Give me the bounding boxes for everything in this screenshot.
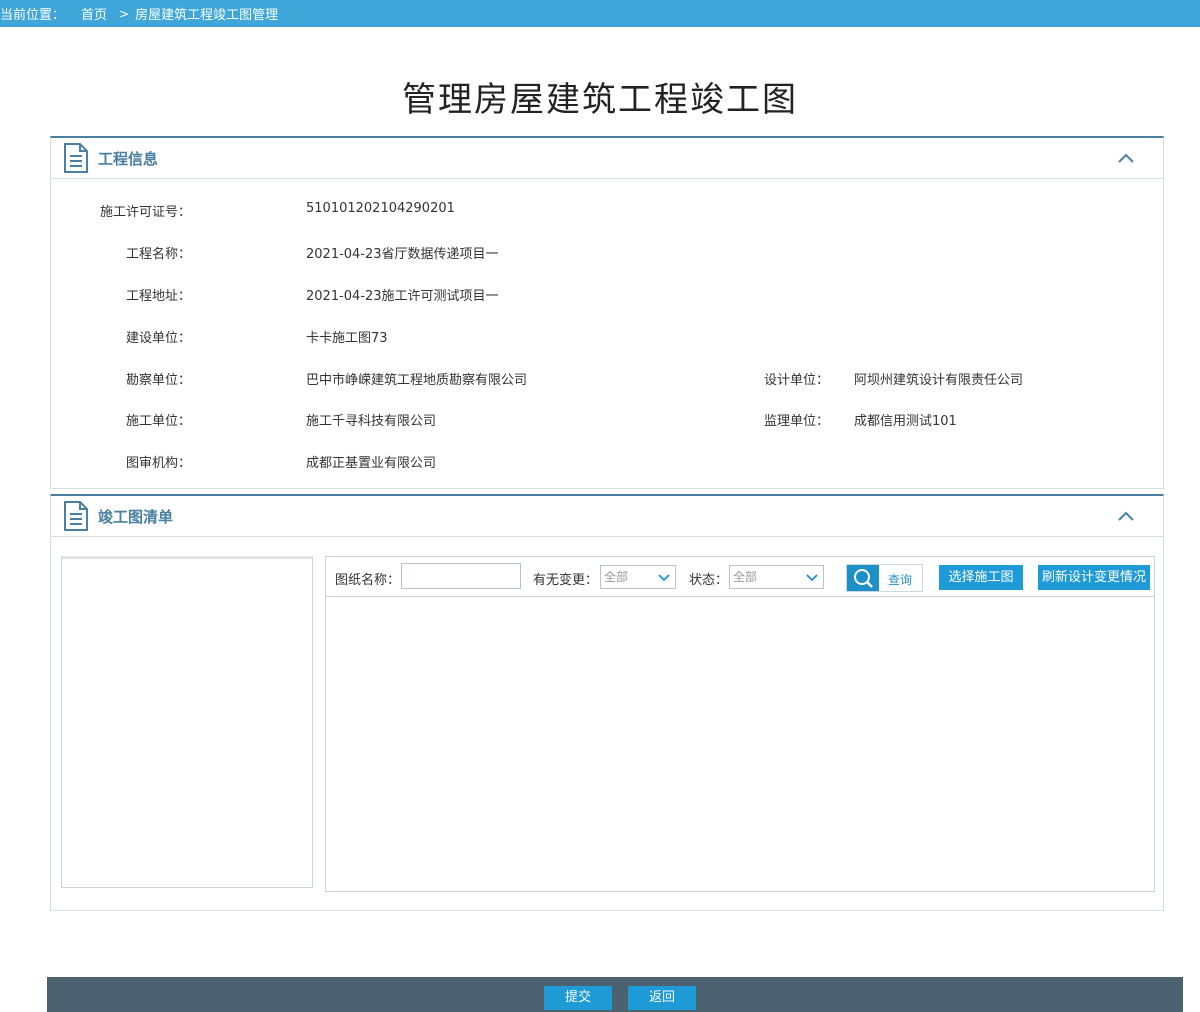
change-select[interactable]: 全部	[600, 565, 676, 589]
footer-bar: 提交 返回	[47, 977, 1183, 1012]
project-name-label: 工程名称：	[125, 247, 191, 262]
field-row-construction-supervision: 施工单位： 施工千寻科技有限公司 监理单位： 成都信用测试101	[51, 410, 1161, 430]
refresh-changes-button[interactable]: 刷新设计变更情况	[1038, 565, 1150, 590]
survey-value: 巴中市峥嵘建筑工程地质勘察有限公司	[306, 373, 528, 388]
field-row-permit: 施工许可证号： 510101202104290201	[51, 201, 1161, 221]
select-drawing-button[interactable]: 选择施工图	[939, 565, 1023, 590]
search-icon	[854, 569, 873, 588]
drawing-name-input[interactable]	[401, 563, 521, 589]
change-selected-value: 全部	[604, 570, 629, 584]
query-button[interactable]: 查询	[846, 564, 923, 592]
breadcrumb-home-link[interactable]: 首页	[81, 4, 107, 23]
design-label: 设计单位：	[763, 373, 829, 388]
chevron-up-icon[interactable]	[1117, 149, 1135, 167]
page-title: 管理房屋建筑工程竣工图	[402, 80, 798, 120]
survey-label: 勘察单位：	[125, 373, 191, 388]
field-row-project-name: 工程名称： 2021-04-23省厅数据传递项目一	[51, 243, 1161, 263]
builder-label: 建设单位：	[125, 331, 191, 346]
chevron-down-icon	[658, 574, 670, 582]
field-row-review: 图审机构： 成都正基置业有限公司	[51, 452, 1161, 472]
drawing-list-header: 竣工图清单	[51, 496, 1163, 537]
breadcrumb-label: 当前位置：	[0, 8, 66, 23]
review-label: 图审机构：	[125, 456, 191, 471]
supervision-label: 监理单位：	[763, 414, 829, 429]
field-row-address: 工程地址： 2021-04-23施工许可测试项目一	[51, 285, 1161, 305]
document-icon	[64, 501, 88, 531]
drawing-list-panel: 竣工图清单 图纸名称： 有无变更： 全部 状态： 全部 查询 选择施工图 刷新设…	[50, 494, 1164, 911]
project-info-header: 工程信息	[51, 138, 1163, 179]
permit-no-value: 510101202104290201	[306, 201, 455, 216]
document-icon	[64, 143, 88, 173]
chevron-down-icon	[806, 574, 818, 582]
breadcrumb-current: 房屋建筑工程竣工图管理	[135, 8, 279, 23]
project-address-value: 2021-04-23施工许可测试项目一	[306, 289, 499, 304]
submit-button[interactable]: 提交	[544, 986, 612, 1010]
breadcrumb: 当前位置： 首页 > 房屋建筑工程竣工图管理	[0, 0, 1200, 27]
chevron-up-icon[interactable]	[1117, 507, 1135, 525]
permit-no-label: 施工许可证号：	[99, 205, 191, 220]
drawing-grid: 图纸名称： 有无变更： 全部 状态： 全部 查询 选择施工图 刷新设计变更情况	[325, 556, 1155, 892]
field-row-survey-design: 勘察单位： 巴中市峥嵘建筑工程地质勘察有限公司 设计单位： 阿坝州建筑设计有限责…	[51, 369, 1161, 389]
search-icon-box	[847, 565, 879, 591]
project-info-panel: 工程信息 施工许可证号： 510101202104290201 工程名称： 20…	[50, 136, 1164, 489]
breadcrumb-separator-icon: >	[119, 6, 130, 21]
builder-value: 卡卡施工图73	[306, 331, 388, 346]
query-label: 查询	[888, 573, 913, 587]
grid-toolbar: 图纸名称： 有无变更： 全部 状态： 全部 查询 选择施工图 刷新设计变更情况	[326, 557, 1154, 597]
design-value: 阿坝州建筑设计有限责任公司	[854, 373, 1024, 388]
review-value: 成都正基置业有限公司	[306, 456, 437, 471]
status-select[interactable]: 全部	[729, 565, 824, 589]
drawing-tree[interactable]	[61, 556, 313, 888]
change-label: 有无变更：	[533, 573, 599, 588]
project-address-label: 工程地址：	[125, 289, 191, 304]
status-selected-value: 全部	[733, 570, 758, 584]
status-label: 状态：	[689, 573, 729, 588]
project-info-title: 工程信息	[98, 149, 159, 168]
drawing-name-label: 图纸名称：	[335, 573, 401, 588]
supervision-value: 成都信用测试101	[854, 414, 957, 429]
back-button[interactable]: 返回	[628, 986, 696, 1010]
construction-value: 施工千寻科技有限公司	[306, 414, 437, 429]
field-row-builder: 建设单位： 卡卡施工图73	[51, 327, 1161, 347]
project-name-value: 2021-04-23省厅数据传递项目一	[306, 247, 499, 262]
construction-label: 施工单位：	[125, 414, 191, 429]
drawing-list-title: 竣工图清单	[98, 507, 174, 526]
